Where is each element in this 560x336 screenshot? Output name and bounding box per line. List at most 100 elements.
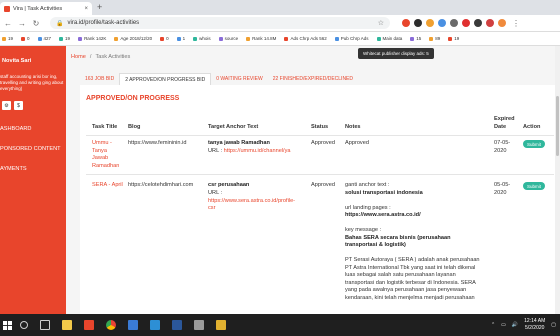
close-tab-icon[interactable]: × bbox=[84, 6, 88, 12]
row2-url-link[interactable]: https://www.sera.astra.co.id/profile-csr bbox=[208, 198, 295, 212]
col-header-expired-line1: Expired bbox=[494, 116, 515, 122]
clock[interactable]: 12:14 AM 5/2/2020 bbox=[524, 318, 545, 332]
extension-icon[interactable] bbox=[414, 19, 422, 27]
row1-status: Approved bbox=[311, 140, 335, 146]
scrollbar-thumb[interactable] bbox=[556, 96, 559, 156]
extension-icon[interactable] bbox=[402, 19, 410, 27]
new-tab-button[interactable]: + bbox=[97, 2, 102, 12]
bookmark-item[interactable]: Pub Chrp Ads bbox=[334, 36, 369, 41]
sidebar-item-dashboard[interactable]: ASHBOARD bbox=[0, 126, 66, 132]
extension-icon[interactable] bbox=[486, 19, 494, 27]
bookmark-favicon-icon bbox=[2, 36, 6, 41]
chrome-icon[interactable] bbox=[106, 320, 116, 330]
extension-icon[interactable] bbox=[438, 19, 446, 27]
bookmark-item[interactable]: source bbox=[218, 36, 238, 41]
extensions-area bbox=[402, 19, 506, 27]
sidebar-item-payments[interactable]: AYMENTS bbox=[0, 166, 66, 172]
bookmark-favicon-icon bbox=[176, 36, 181, 41]
battery-icon[interactable]: ▭ bbox=[501, 322, 506, 328]
col-header-blog: Blog bbox=[128, 124, 141, 130]
system-tray: ⌃ ▭ 🔊 12:14 AM 5/2/2020 ▢ bbox=[491, 314, 556, 336]
bookmark-item[interactable]: 15 bbox=[410, 36, 421, 41]
bookmark-item[interactable]: 89 bbox=[429, 36, 440, 41]
row2-task-title-link[interactable]: SERA - April bbox=[92, 182, 124, 190]
address-bar[interactable]: 🔒 vira.id/profile/task-activities ☆ bbox=[50, 17, 390, 29]
bookmark-item[interactable]: Age 2018/12/20 bbox=[114, 36, 152, 41]
bookmark-label: 0 bbox=[27, 36, 30, 41]
browser-tab[interactable]: Vira | Task Activities × bbox=[0, 2, 92, 15]
row2-status: Approved bbox=[311, 182, 335, 188]
bookmark-item[interactable]: 427 bbox=[37, 36, 51, 41]
bookmark-item[interactable]: Main data bbox=[376, 36, 402, 41]
windows-start-icon[interactable] bbox=[0, 314, 14, 336]
row1-url-link[interactable]: https://ummu.id/channel/ya bbox=[224, 148, 291, 154]
bookmark-favicon-icon bbox=[448, 36, 453, 41]
notifications-icon[interactable]: ▢ bbox=[551, 322, 556, 328]
bookmark-item[interactable]: Rank 14.8M bbox=[246, 36, 276, 41]
url-text[interactable]: vira.id/profile/task-activities bbox=[67, 20, 373, 26]
extension-icon[interactable] bbox=[426, 19, 434, 27]
page-scrollbar[interactable] bbox=[555, 46, 560, 314]
extension-icon[interactable] bbox=[474, 19, 482, 27]
bookmark-favicon-icon bbox=[334, 36, 339, 41]
profile-avatar[interactable] bbox=[498, 19, 506, 27]
settings-button[interactable]: ⚙ bbox=[2, 101, 11, 110]
vira-favicon-icon bbox=[4, 5, 10, 12]
back-icon[interactable]: ← bbox=[4, 19, 12, 28]
bookmark-item[interactable]: 1 bbox=[176, 36, 185, 41]
chevron-up-icon[interactable]: ⌃ bbox=[491, 322, 495, 328]
bookmark-item[interactable]: Rank 142K bbox=[78, 36, 106, 41]
bookmark-favicon-icon bbox=[59, 36, 64, 41]
volume-icon[interactable]: 🔊 bbox=[512, 322, 518, 328]
breadcrumb: Home / Task Activities bbox=[71, 54, 130, 60]
search-icon[interactable] bbox=[20, 321, 28, 329]
clock-date: 5/2/2020 bbox=[524, 325, 545, 331]
breadcrumb-home-link[interactable]: Home bbox=[71, 54, 86, 60]
file-explorer-icon[interactable] bbox=[62, 320, 72, 330]
balance-button[interactable]: $ bbox=[14, 101, 23, 110]
header-divider bbox=[86, 135, 554, 136]
bookmark-item[interactable]: 19 bbox=[59, 36, 70, 41]
task-subtabs: 163 JOB BID 2 APPROVED/ON PROGRESS BID 0… bbox=[80, 73, 358, 85]
bookmark-star-icon[interactable]: ☆ bbox=[378, 19, 384, 27]
browser-menu-icon[interactable]: ⋮ bbox=[512, 19, 520, 28]
bookmark-item[interactable]: 19 bbox=[448, 36, 459, 41]
mail-icon[interactable] bbox=[128, 320, 138, 330]
word-icon[interactable] bbox=[172, 320, 182, 330]
bookmark-item[interactable]: 0 bbox=[160, 36, 169, 41]
row1-blog: https://www.femininin.id bbox=[128, 140, 187, 146]
breadcrumb-separator: / bbox=[89, 54, 92, 60]
note-line: transportasi dan logistik terbesar di In… bbox=[345, 279, 476, 286]
sidebar-item-sponsored-content[interactable]: PONSORED CONTENT bbox=[0, 146, 66, 152]
extension-tooltip: Whitecat publisher display ads: 5 bbox=[358, 48, 434, 59]
note-line: solusi transportasi indonesia bbox=[345, 189, 423, 196]
store-icon[interactable] bbox=[150, 320, 160, 330]
tab-finished-expired-declined[interactable]: 22 FINISHED/EXPIRED/DECLINED bbox=[268, 73, 358, 85]
media-player-icon[interactable] bbox=[84, 320, 94, 330]
row2-submit-button[interactable]: Submit bbox=[523, 182, 546, 190]
tab-job-bid[interactable]: 163 JOB BID bbox=[80, 73, 119, 85]
bookmark-label: 19 bbox=[8, 36, 14, 41]
row2-notes: ganti anchor text : solusi transportasi i… bbox=[345, 182, 490, 302]
bookmark-item[interactable]: Ads Chrp Ads 562 bbox=[284, 36, 327, 41]
tab-waiting-review[interactable]: 0 WAITING REVIEW bbox=[211, 73, 267, 85]
bookmark-label: Ads Chrp Ads 562 bbox=[290, 36, 327, 41]
bookmark-favicon-icon bbox=[78, 36, 83, 41]
bookmark-favicon-icon bbox=[160, 36, 165, 41]
note-line: PT Serasi Autoraya ( SERA ) adalah anak … bbox=[345, 257, 480, 263]
bookmark-item[interactable]: 0 bbox=[21, 36, 30, 41]
tab-approved-on-progress[interactable]: 2 APPROVED/ON PROGRESS BID bbox=[119, 73, 212, 85]
note-line: key message : bbox=[345, 227, 382, 233]
bookmark-item[interactable]: whois bbox=[193, 36, 211, 41]
row1-task-title-link[interactable]: Ummu - Tanya Jawab Ramadhan bbox=[92, 140, 124, 170]
extension-icon[interactable] bbox=[450, 19, 458, 27]
task-view-icon[interactable] bbox=[40, 320, 50, 330]
reload-icon[interactable]: ↻ bbox=[32, 19, 40, 28]
bookmark-item[interactable]: 19 bbox=[2, 36, 13, 41]
photos-icon[interactable] bbox=[194, 320, 204, 330]
row1-submit-button[interactable]: Submit bbox=[523, 140, 546, 148]
forward-icon[interactable]: → bbox=[18, 19, 26, 28]
paint-icon[interactable] bbox=[216, 320, 226, 330]
extension-icon[interactable] bbox=[462, 19, 470, 27]
bookmark-favicon-icon bbox=[376, 36, 381, 41]
